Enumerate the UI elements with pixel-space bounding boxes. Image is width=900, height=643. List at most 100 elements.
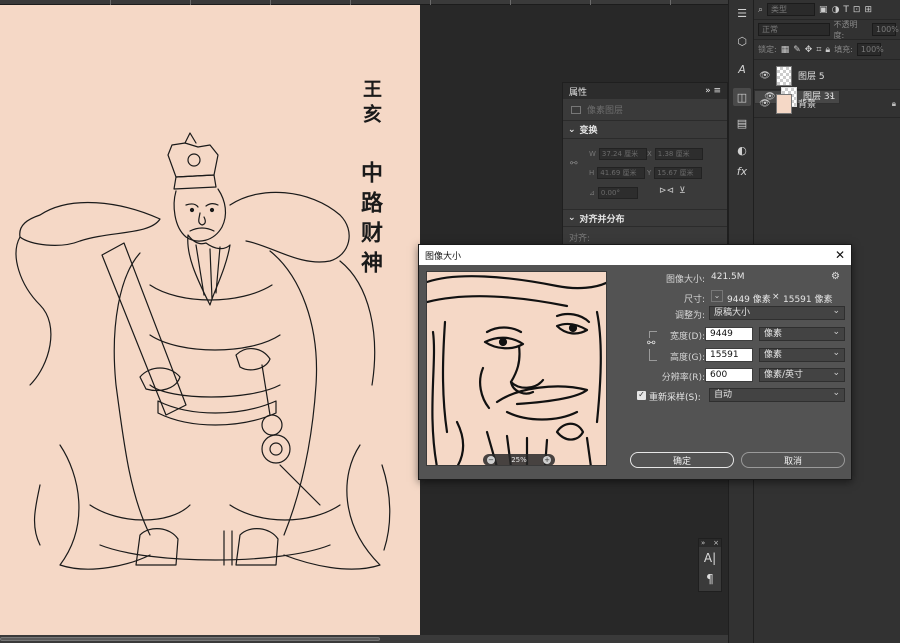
- layer-row-background[interactable]: 👁︎ 背景 🔒︎: [754, 90, 900, 118]
- image-preview[interactable]: − 25% +: [426, 271, 607, 466]
- layer-type-row: 像素图层: [563, 99, 727, 121]
- blend-opacity-bar: 正常 不透明度: 100%: [754, 20, 900, 40]
- resample-select[interactable]: 自动: [709, 387, 845, 402]
- layer-filter-input[interactable]: 类型: [767, 3, 816, 16]
- layer-row[interactable]: 👁︎ 图层 5: [754, 62, 900, 90]
- preview-zoom-bar: − 25% +: [483, 454, 555, 465]
- resample-checkbox[interactable]: ✓: [637, 391, 646, 400]
- dimensions-label: 尺寸:: [683, 295, 705, 305]
- flip-horizontal-icon[interactable]: ⊳⊲: [659, 186, 674, 196]
- dimension-height: 15591 像素: [783, 295, 833, 305]
- h-field[interactable]: H 41.69 厘米: [589, 167, 646, 179]
- layer-type-label: 像素图层: [587, 106, 624, 116]
- image-size-value: 421.5M: [711, 272, 745, 282]
- dimension-width: 9449 像素: [727, 295, 771, 305]
- width-input[interactable]: 9449: [705, 327, 753, 341]
- chevron-down-icon: ⌄: [568, 124, 576, 135]
- filter-type-icon[interactable]: T: [843, 5, 849, 15]
- document-canvas[interactable]: 王亥 中路财神: [0, 5, 420, 635]
- character-icon[interactable]: A|: [699, 547, 721, 569]
- fit-to-select[interactable]: 原稿大小: [709, 305, 845, 320]
- lock-artboard-icon[interactable]: ⌗: [816, 45, 821, 55]
- align-label: 对齐并分布: [579, 214, 625, 225]
- panel-menu-icon[interactable]: » ≡: [705, 86, 721, 96]
- photoshop-workspace: 王亥 中路财神 属性 » ≡ 像素图层 ⌄ 变换 ⚯ W 37.24 厘米 X 1.…: [0, 0, 900, 643]
- layer-name: 图层 5: [798, 72, 825, 82]
- blend-mode-select[interactable]: 正常: [758, 23, 830, 36]
- artwork-title-top: 王亥: [360, 79, 382, 129]
- zoom-out-icon[interactable]: −: [487, 456, 495, 464]
- flip-vertical-icon[interactable]: ⊻: [679, 186, 686, 196]
- eye-icon[interactable]: 👁︎: [754, 71, 776, 81]
- close-icon[interactable]: ×: [713, 539, 719, 547]
- chevron-down-icon[interactable]: ⌄: [711, 290, 723, 302]
- zoom-value: 25%: [511, 456, 527, 464]
- filter-shape-icon[interactable]: ⊡: [853, 5, 861, 15]
- width-label: 宽度(D):: [670, 332, 705, 342]
- properties-icon[interactable]: ▤: [733, 114, 751, 132]
- lock-transparent-icon[interactable]: ▦: [781, 45, 790, 55]
- layers-icon[interactable]: ◫: [733, 88, 751, 106]
- lock-all-icon[interactable]: 🔒︎: [825, 45, 830, 55]
- opacity-input[interactable]: 100%: [872, 23, 899, 36]
- dimension-times: ×: [772, 292, 780, 302]
- artwork-title-main: 中路财神: [357, 161, 383, 281]
- layer-thumbnail: [776, 93, 792, 114]
- resolution-unit-select[interactable]: 像素/英寸: [759, 367, 845, 382]
- cancel-button[interactable]: 取消: [741, 452, 845, 468]
- properties-panel: 属性 » ≡ 像素图层 ⌄ 变换 ⚯ W 37.24 厘米 X 1.38 厘米 H4…: [562, 82, 728, 248]
- dialog-title: 图像大小: [425, 251, 462, 262]
- lock-fill-bar: 锁定: ▦ ✎ ✥ ⌗ 🔒︎ 填充: 100%: [754, 40, 900, 60]
- lock-icon: 🔒︎: [891, 98, 896, 108]
- resolution-label: 分辨率(R):: [661, 373, 705, 383]
- height-label: 高度(G):: [669, 353, 705, 363]
- align-section[interactable]: ⌄ 对齐并分布: [563, 209, 727, 227]
- angle-field[interactable]: ⊿ 0.00°: [589, 187, 638, 199]
- 3d-cube-icon[interactable]: ⬡: [733, 32, 751, 50]
- circle-half-icon[interactable]: ◐: [733, 141, 751, 159]
- lock-move-icon[interactable]: ✥: [805, 45, 813, 55]
- width-unit-select[interactable]: 像素: [759, 326, 845, 341]
- transform-label: 变换: [579, 126, 598, 136]
- y-field[interactable]: Y 15.67 厘米: [647, 167, 703, 179]
- panel-collapse-icon[interactable]: »: [701, 539, 705, 547]
- link-icon[interactable]: ⚯: [570, 159, 578, 169]
- pixel-layer-icon: [571, 105, 581, 114]
- preview-face-art: [427, 275, 606, 465]
- horizontal-scrollbar[interactable]: [0, 635, 728, 643]
- height-input[interactable]: 15591: [705, 348, 753, 362]
- line-art-illustration: [15, 132, 391, 570]
- filter-adjust-icon[interactable]: ◑: [832, 5, 840, 15]
- fit-to-label: 调整为:: [674, 311, 705, 321]
- lock-label: 锁定:: [758, 45, 777, 54]
- paragraph-icon[interactable]: ¶: [699, 569, 721, 589]
- close-icon[interactable]: ✕: [835, 248, 845, 262]
- eye-icon[interactable]: 👁︎: [754, 99, 776, 109]
- glyph-a-icon[interactable]: A: [733, 60, 751, 78]
- ok-button[interactable]: 确定: [630, 452, 734, 468]
- character-paragraph-panel: » × A| ¶: [698, 538, 722, 592]
- layer-name: 背景: [798, 100, 817, 110]
- gear-icon[interactable]: ⚙: [831, 271, 840, 282]
- align-to-label: 对齐:: [569, 234, 591, 244]
- adjust-sliders-icon[interactable]: ☰: [733, 4, 751, 22]
- resample-label: 重新采样(S):: [649, 393, 701, 403]
- filter-image-icon[interactable]: ▣: [819, 5, 828, 15]
- properties-title: 属性: [569, 87, 588, 98]
- search-icon: ⌕: [758, 4, 764, 15]
- resolution-input[interactable]: 600: [705, 368, 753, 382]
- filter-smart-icon[interactable]: ⊞: [864, 5, 872, 15]
- layer-filter-bar: ⌕ 类型 ▣ ◑ T ⊡ ⊞: [754, 0, 900, 20]
- fill-input[interactable]: 100%: [856, 43, 884, 56]
- lock-paint-icon[interactable]: ✎: [793, 45, 801, 55]
- transform-section[interactable]: ⌄ 变换: [563, 121, 727, 139]
- fx-icon[interactable]: fx: [733, 162, 751, 180]
- w-field[interactable]: W 37.24 厘米: [589, 148, 647, 160]
- x-field[interactable]: X 1.38 厘米: [647, 148, 703, 160]
- zoom-in-icon[interactable]: +: [543, 456, 551, 464]
- angle-icon: ⊿: [589, 189, 595, 197]
- properties-header[interactable]: 属性 » ≡: [563, 83, 727, 99]
- height-unit-select[interactable]: 像素: [759, 347, 845, 362]
- dialog-titlebar[interactable]: 图像大小 ✕: [419, 245, 851, 265]
- layer-thumbnail: [776, 65, 792, 86]
